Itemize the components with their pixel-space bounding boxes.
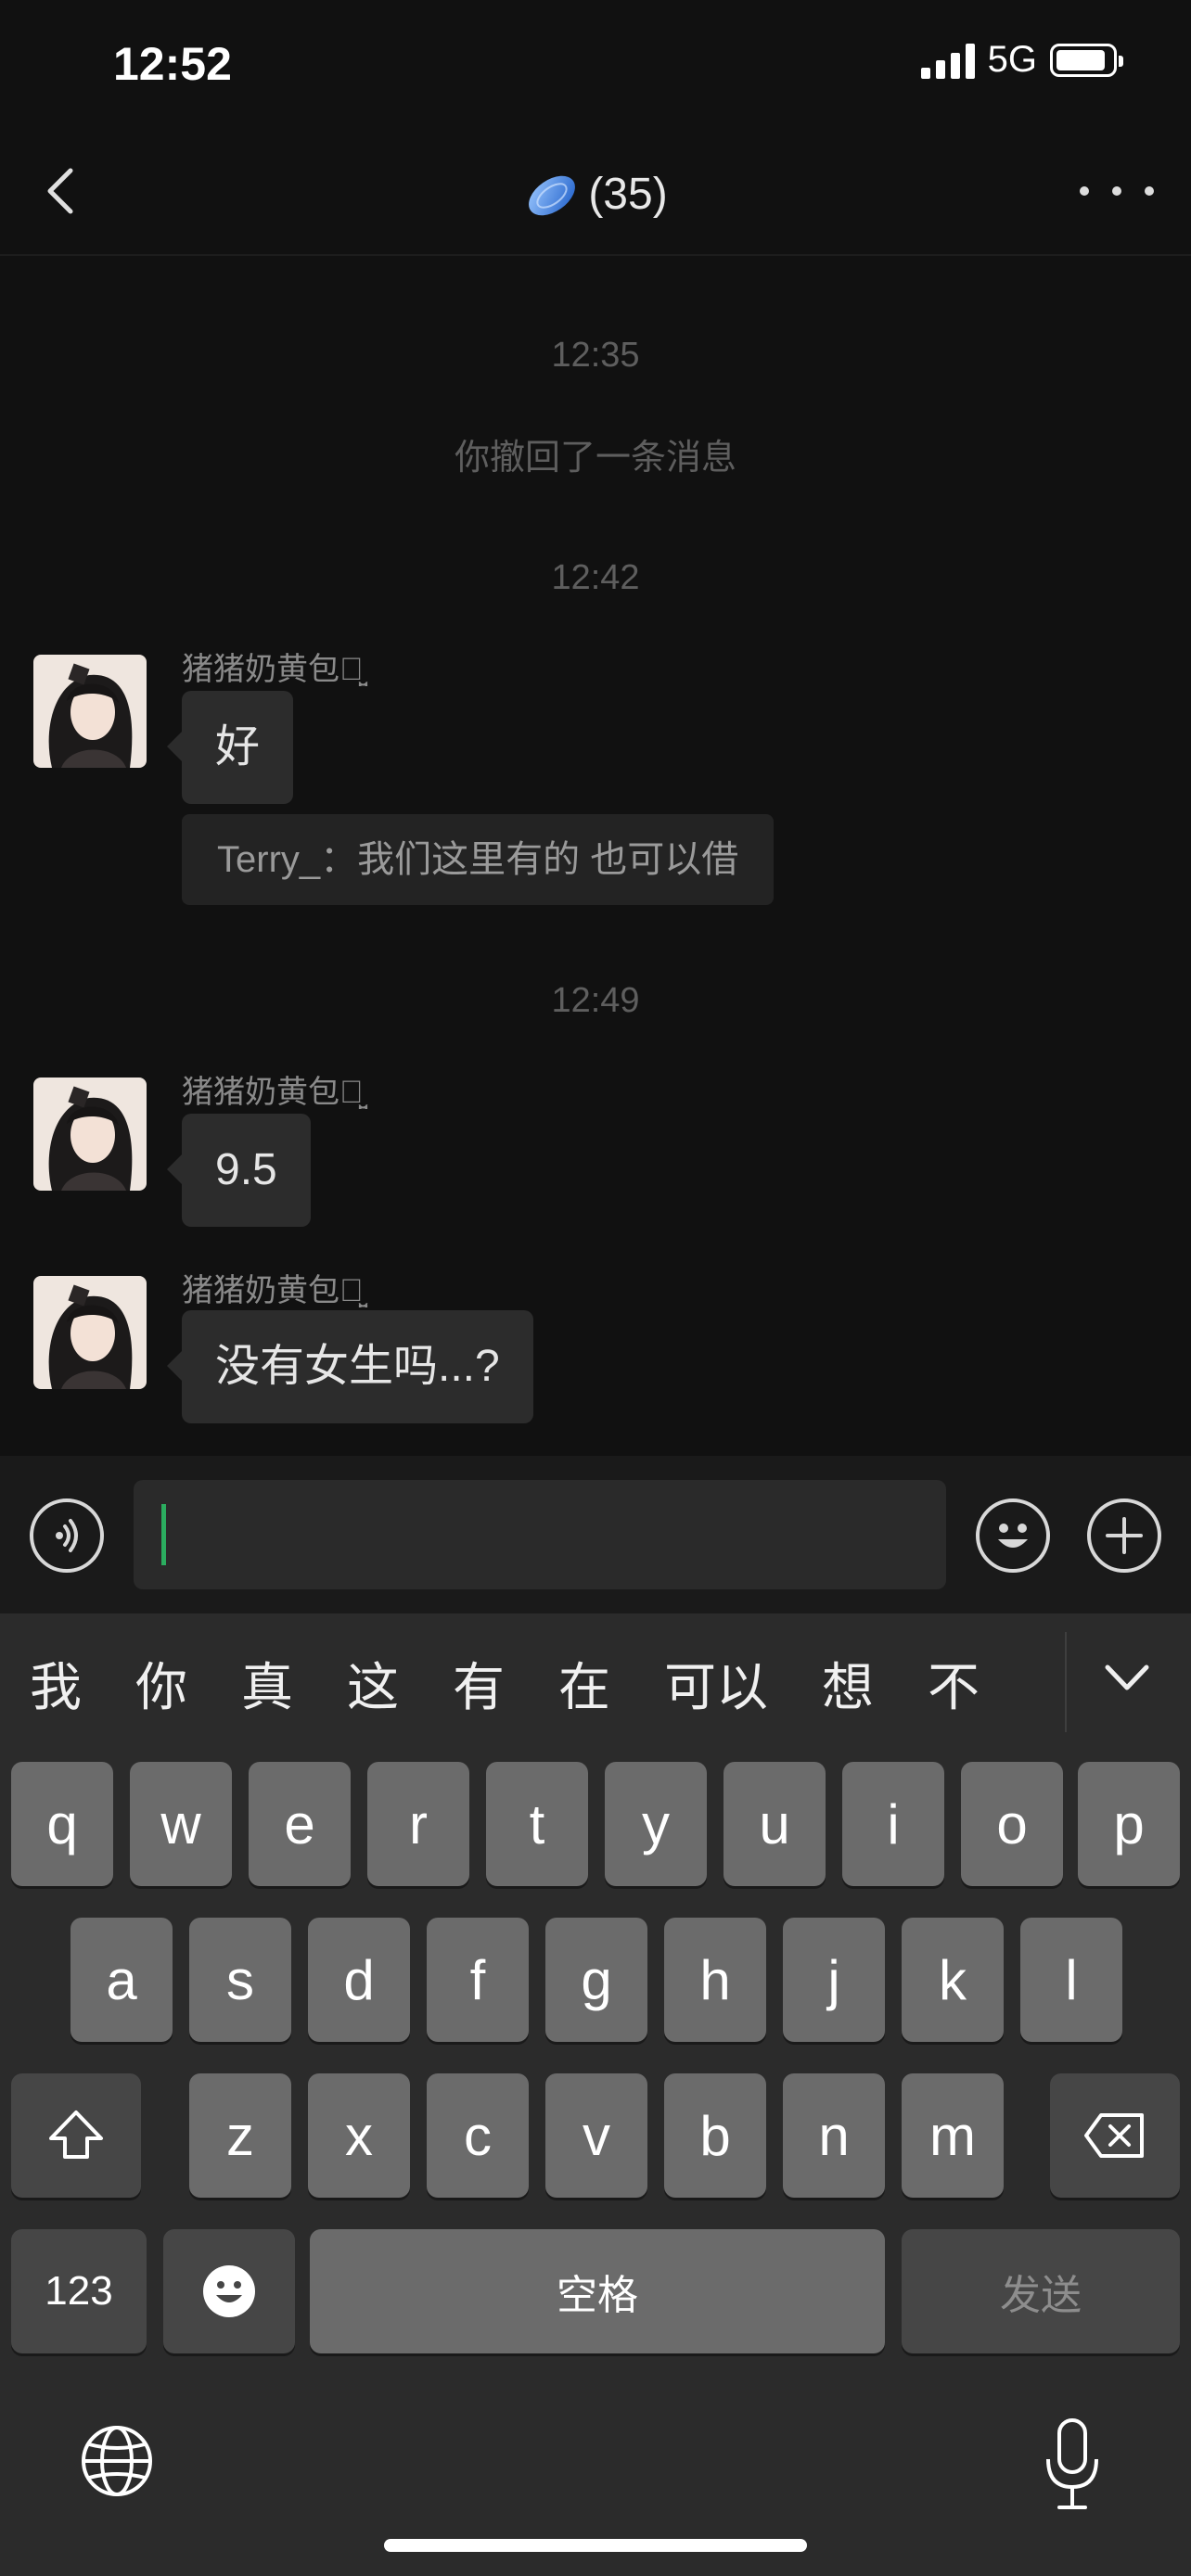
send-key[interactable]: 发送	[902, 2229, 1180, 2353]
key-k[interactable]: k	[902, 1918, 1004, 2042]
avatar-image	[33, 1078, 147, 1191]
key-j[interactable]: j	[783, 1918, 885, 2042]
expand-candidates-button[interactable]	[1095, 1656, 1159, 1702]
backspace-key[interactable]	[1050, 2073, 1180, 2198]
network-label: 5G	[987, 39, 1037, 80]
smiley-icon	[998, 1524, 1028, 1548]
avatar[interactable]	[33, 655, 147, 768]
signal-icon	[920, 42, 975, 79]
key-f[interactable]: f	[427, 1918, 529, 2042]
sender-name: 猪猪奶黄包ꪔ̤̮	[182, 652, 364, 687]
key-m[interactable]: m	[902, 2073, 1004, 2198]
candidate-bar: 我 你 真 这 有 在 可以 想 不	[0, 1613, 1065, 1753]
key-y[interactable]: y	[605, 1762, 707, 1886]
avatar-image	[33, 1276, 147, 1389]
message-input[interactable]	[134, 1480, 946, 1589]
voice-icon	[56, 1519, 78, 1552]
key-l[interactable]: l	[1020, 1918, 1122, 2042]
voice-input-button[interactable]	[30, 1498, 104, 1573]
more-actions-button[interactable]	[1087, 1498, 1161, 1573]
space-key[interactable]: 空格	[310, 2229, 885, 2353]
candidate-word[interactable]: 真	[241, 1646, 317, 1721]
globe-icon	[82, 2426, 152, 2496]
candidate-word[interactable]: 我	[30, 1646, 106, 1721]
key-w[interactable]: w	[130, 1762, 232, 1886]
emoji-key[interactable]	[163, 2229, 295, 2353]
key-c[interactable]: c	[427, 2073, 529, 2198]
candidate-word[interactable]: 可以	[664, 1646, 792, 1721]
key-v[interactable]: v	[545, 2073, 647, 2198]
home-indicator[interactable]	[384, 2539, 807, 2552]
candidate-divider	[1065, 1632, 1067, 1732]
candidate-word[interactable]: 有	[453, 1646, 529, 1721]
more-button[interactable]	[1080, 172, 1154, 210]
message-bubble[interactable]: 好	[166, 691, 294, 804]
sender-name: 猪猪奶黄包ꪔ̤̮	[182, 1075, 364, 1110]
key-g[interactable]: g	[545, 1918, 647, 2042]
key-a[interactable]: a	[70, 1918, 173, 2042]
key-e[interactable]: e	[249, 1762, 351, 1886]
key-t[interactable]: t	[486, 1762, 588, 1886]
key-z[interactable]: z	[189, 2073, 291, 2198]
candidate-word[interactable]: 在	[558, 1646, 634, 1721]
message-bubble[interactable]: 9.5	[167, 1114, 311, 1227]
candidate-word[interactable]: 你	[135, 1646, 211, 1721]
key-h[interactable]: h	[664, 1918, 766, 2042]
key-d[interactable]: d	[308, 1918, 410, 2042]
dictation-button[interactable]	[1043, 2417, 1102, 2513]
key-n[interactable]: n	[783, 2073, 885, 2198]
battery-icon	[1050, 43, 1123, 77]
key-u[interactable]: u	[724, 1762, 826, 1886]
shift-icon	[49, 2111, 103, 2159]
key-q[interactable]: q	[11, 1762, 113, 1886]
status-time: 12:52	[113, 38, 232, 90]
avatar[interactable]	[33, 1276, 147, 1389]
shift-key[interactable]	[11, 2073, 141, 2198]
chat-timestamp: 12:42	[551, 558, 640, 597]
chat-member-count: (35)	[588, 169, 668, 219]
numbers-key[interactable]: 123	[11, 2229, 147, 2353]
text-cursor	[161, 1504, 166, 1565]
key-x[interactable]: x	[308, 2073, 410, 2198]
blue-disc-emoji	[529, 175, 576, 216]
status-indicators: 5G	[920, 39, 1123, 81]
quoted-message[interactable]: Terry_：我们这里有的 也可以借	[182, 814, 775, 905]
microphone-icon	[1046, 2418, 1098, 2509]
key-r[interactable]: r	[367, 1762, 469, 1886]
avatar-image	[33, 655, 147, 768]
chat-title: (35)	[0, 165, 1191, 223]
key-p[interactable]: p	[1078, 1762, 1180, 1886]
key-s[interactable]: s	[189, 1918, 291, 2042]
key-o[interactable]: o	[961, 1762, 1063, 1886]
sender-name: 猪猪奶黄包ꪔ̤̮	[182, 1273, 364, 1308]
candidate-word[interactable]: 这	[347, 1646, 423, 1721]
message-bubble[interactable]: 没有女生吗...?	[167, 1310, 533, 1423]
globe-button[interactable]	[78, 2422, 156, 2500]
candidate-word[interactable]: 想	[822, 1646, 898, 1721]
chevron-down-icon	[1105, 1664, 1149, 1690]
plus-icon	[1106, 1517, 1143, 1554]
candidate-word[interactable]: 不	[928, 1646, 1004, 1721]
system-message: 你撤回了一条消息	[454, 439, 736, 478]
emoji-icon	[203, 2265, 255, 2317]
chat-timestamp: 12:35	[551, 336, 640, 375]
chat-timestamp: 12:49	[551, 981, 640, 1020]
avatar[interactable]	[33, 1078, 147, 1191]
emoji-button[interactable]	[976, 1498, 1050, 1573]
key-i[interactable]: i	[842, 1762, 944, 1886]
backspace-icon	[1084, 2113, 1144, 2158]
key-b[interactable]: b	[664, 2073, 766, 2198]
